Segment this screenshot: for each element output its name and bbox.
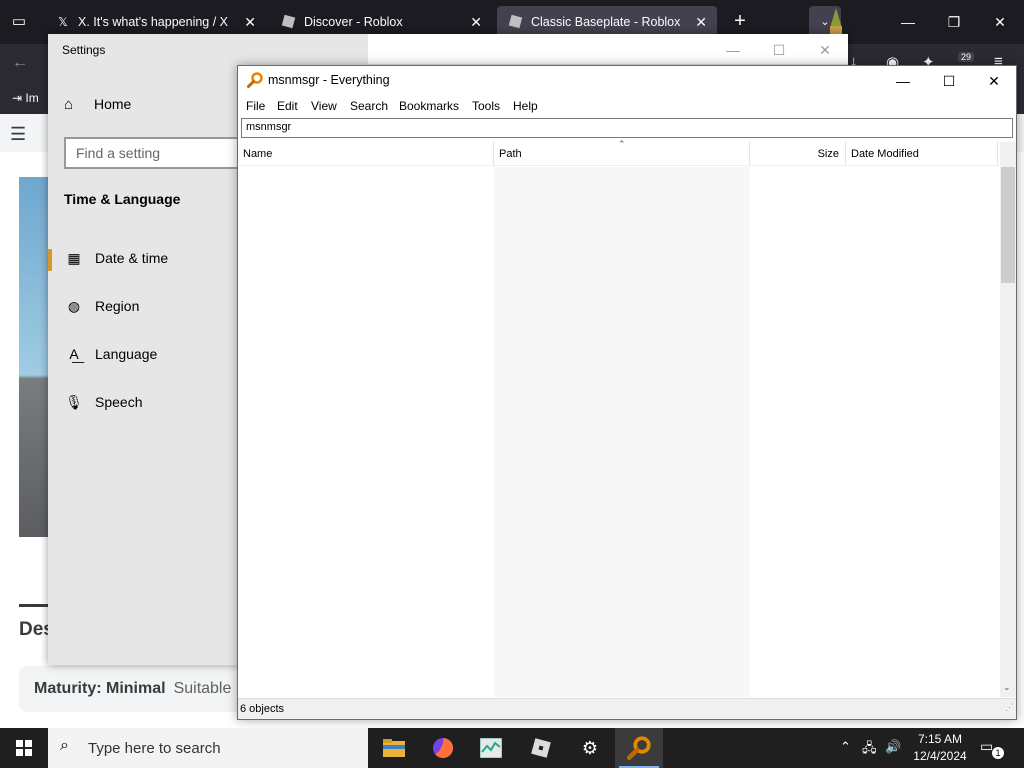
tab-label: X. It's what's happening / X: [78, 15, 228, 29]
everything-close-button[interactable]: ✕: [971, 66, 1017, 96]
menu-edit[interactable]: Edit: [277, 99, 298, 113]
settings-title: Settings: [62, 43, 106, 57]
network-icon[interactable]: 🖧: [862, 739, 877, 761]
language-icon: A͟: [69, 346, 79, 362]
everything-search-icon[interactable]: [615, 728, 663, 768]
calendar-clock-icon: ▦: [67, 250, 81, 266]
search-input[interactable]: msnmsgr: [241, 118, 1013, 138]
settings-close-button[interactable]: ✕: [802, 38, 848, 62]
taskbar: ⌕ Type here to search ⚙ ⌃ 🖧 🔊 7:15 AM 12…: [0, 728, 1024, 768]
section-title: Time & Language: [64, 191, 181, 207]
notification-count: 1: [992, 747, 1004, 759]
scroll-down-arrow-icon[interactable]: ⌄: [1003, 682, 1011, 693]
resize-grip-icon[interactable]: ⋰: [1005, 697, 1014, 717]
column-size[interactable]: Size: [750, 142, 846, 166]
column-date-modified[interactable]: Date Modified: [846, 142, 998, 166]
nav-item-label: Speech: [95, 394, 143, 410]
pinned-sprite-icon: [830, 8, 842, 34]
browser-close-button[interactable]: ✕: [977, 8, 1023, 36]
tab-overview-icon[interactable]: ▭: [8, 12, 30, 32]
status-bar: 6 objects ⋰: [238, 698, 1016, 719]
extension-badge: 29: [958, 52, 975, 62]
taskbar-search-box[interactable]: ⌕ Type here to search: [48, 728, 368, 768]
sort-ascending-icon: ⌃: [618, 139, 626, 149]
menu-file[interactable]: File: [246, 99, 265, 113]
task-manager-icon[interactable]: [467, 728, 515, 768]
home-label: Home: [94, 96, 132, 112]
import-bookmarks-link[interactable]: ⇥ Im: [12, 91, 39, 105]
menu-bar: File Edit View Search Bookmarks Tools He…: [238, 96, 1016, 116]
clock-date: 12/4/2024: [913, 749, 967, 763]
x-logo-icon: 𝕏: [58, 15, 68, 29]
home-icon: ⌂: [64, 96, 74, 113]
file-explorer-icon[interactable]: [370, 728, 418, 768]
nav-item-region[interactable]: ◍ Region: [48, 286, 238, 326]
everything-minimize-button[interactable]: —: [880, 66, 926, 96]
site-menu-icon[interactable]: ☰: [10, 124, 26, 145]
nav-item-label: Language: [95, 346, 158, 362]
settings-minimize-button[interactable]: —: [710, 38, 756, 62]
nav-item-date-time[interactable]: ▦ Date & time: [48, 238, 238, 278]
everything-titlebar[interactable]: msnmsgr - Everything — ☐ ✕: [238, 66, 1016, 96]
bookmark-label: Im: [25, 91, 39, 105]
vertical-scrollbar[interactable]: ⌄: [1000, 142, 1016, 697]
everything-window: msnmsgr - Everything — ☐ ✕ File Edit Vie…: [237, 65, 1017, 720]
settings-maximize-button[interactable]: ☐: [756, 38, 802, 62]
globe-icon: ◍: [67, 298, 81, 314]
roblox-icon[interactable]: [517, 728, 565, 768]
settings-home-link[interactable]: ⌂ Home: [64, 96, 131, 113]
column-name[interactable]: Name: [238, 142, 494, 166]
menu-help[interactable]: Help: [513, 99, 538, 113]
menu-search[interactable]: Search: [350, 99, 388, 113]
menu-view[interactable]: View: [311, 99, 337, 113]
tab-label: Discover - Roblox: [304, 15, 403, 29]
action-center-icon[interactable]: ▭ 1: [980, 738, 1004, 759]
browser-restore-button[interactable]: ❐: [931, 8, 977, 36]
settings-gear-icon[interactable]: ⚙: [566, 728, 614, 768]
nav-item-label: Region: [95, 298, 140, 314]
tab-label: Classic Baseplate - Roblox: [531, 15, 681, 29]
windows-start-icon[interactable]: [0, 728, 48, 768]
everything-maximize-button[interactable]: ☐: [926, 66, 972, 96]
nav-item-label: Date & time: [95, 250, 169, 266]
roblox-icon: [508, 14, 523, 29]
system-clock[interactable]: 7:15 AM 12/4/2024: [906, 731, 974, 765]
find-setting-input[interactable]: Find a setting: [64, 137, 264, 169]
show-hidden-icons-chevron-icon[interactable]: ⌃: [840, 739, 851, 755]
menu-tools[interactable]: Tools: [472, 99, 500, 113]
taskbar-search-placeholder: Type here to search: [88, 740, 221, 757]
everything-search-icon: [247, 72, 263, 88]
results-list[interactable]: [494, 167, 750, 697]
everything-title: msnmsgr - Everything: [268, 73, 390, 87]
maturity-note: Suitable: [173, 680, 232, 697]
back-arrow-icon[interactable]: ←: [12, 54, 28, 72]
microphone-icon: 🎙: [65, 394, 83, 410]
status-text: 6 objects: [240, 703, 285, 715]
clock-time: 7:15 AM: [917, 732, 963, 746]
nav-item-language[interactable]: A͟ Language: [48, 334, 238, 374]
browser-minimize-button[interactable]: —: [885, 8, 931, 36]
maturity-label: Maturity: Minimal: [34, 680, 166, 697]
menu-bookmarks[interactable]: Bookmarks: [399, 99, 459, 113]
firefox-icon[interactable]: [419, 728, 467, 768]
scrollbar-thumb[interactable]: [1001, 167, 1015, 283]
new-tab-plus-icon[interactable]: +: [729, 10, 751, 32]
search-icon: ⌕: [60, 737, 69, 754]
nav-item-speech[interactable]: 🎙 Speech: [48, 382, 238, 422]
volume-icon[interactable]: 🔊: [885, 739, 901, 755]
roblox-icon: [281, 14, 296, 29]
